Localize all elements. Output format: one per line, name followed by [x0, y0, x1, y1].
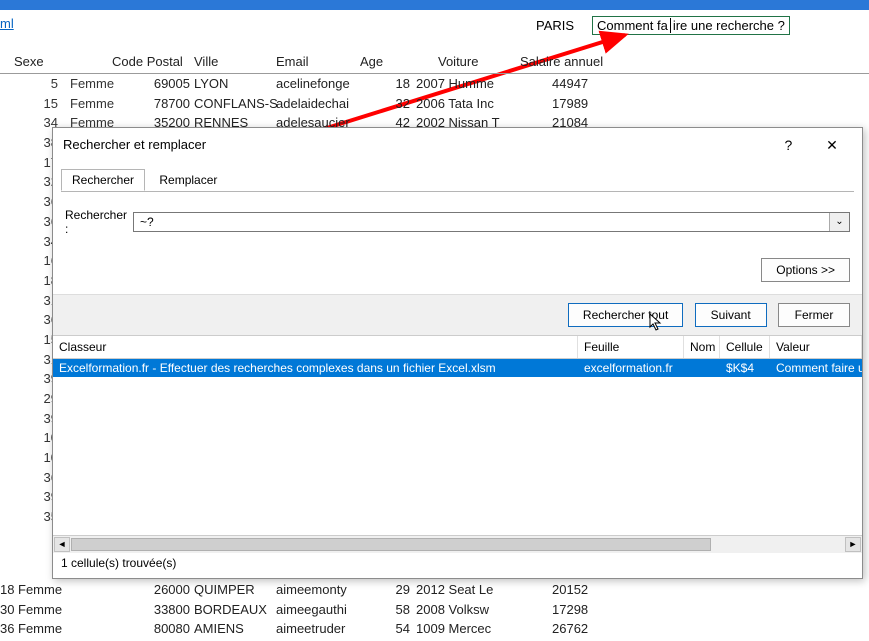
- row-entry: 36 Femm: [0, 194, 60, 214]
- result-value: Comment faire une recherc: [770, 359, 862, 377]
- row-entry: 15 Femme: [0, 96, 60, 116]
- row-strip: 5 Femme15 Femme34 Femme38 Femm17 Femm32 …: [0, 76, 60, 529]
- row-entry: 32 Homm: [0, 174, 60, 194]
- col-salaire: Salaire annuel: [520, 54, 603, 69]
- horizontal-scrollbar[interactable]: ◄ ►: [53, 535, 862, 553]
- find-next-button[interactable]: Suivant: [695, 303, 767, 327]
- row-entry: 10 Homm: [0, 450, 60, 470]
- row-entry: 31 Femm: [0, 293, 60, 313]
- row-entry: 39 Homm: [0, 489, 60, 509]
- find-all-button[interactable]: Rechercher tout: [568, 303, 683, 327]
- result-cell: $K$4: [720, 359, 770, 377]
- row-entry: 36 Femm: [0, 312, 60, 332]
- row-entry: 17 Femm: [0, 155, 60, 175]
- row-entry: 34 Femm: [0, 234, 60, 254]
- row-entry: 39 Femm: [0, 371, 60, 391]
- options-button[interactable]: Options >>: [761, 258, 850, 282]
- result-workbook: Excelformation.fr - Effectuer des recher…: [53, 359, 578, 377]
- result-name: [684, 359, 720, 377]
- row-entry: 5 Femme: [0, 76, 60, 96]
- selected-cell[interactable]: Comment faire une recherche ?: [592, 16, 790, 35]
- find-replace-dialog: Rechercher et remplacer ? ✕ Rechercher R…: [52, 127, 863, 579]
- scroll-right-icon[interactable]: ►: [845, 537, 861, 552]
- close-button[interactable]: Fermer: [778, 303, 850, 327]
- result-sheet: excelformation.fr: [578, 359, 684, 377]
- col-voiture: Voiture: [438, 54, 478, 69]
- col-sheet: Feuille: [578, 336, 684, 358]
- cell-value-paris: PARIS: [536, 18, 574, 33]
- col-name: Nom: [684, 336, 720, 358]
- col-value: Valeur: [770, 336, 862, 358]
- scroll-thumb[interactable]: [71, 538, 711, 551]
- status-bar: 1 cellule(s) trouvée(s): [53, 553, 862, 573]
- column-headers: Sexe Code Postal Ville Email Age Voiture…: [0, 52, 869, 74]
- dialog-title: Rechercher et remplacer: [63, 137, 206, 152]
- col-workbook: Classeur: [53, 336, 578, 358]
- result-row[interactable]: Excelformation.fr - Effectuer des recher…: [53, 359, 862, 377]
- search-label: Rechercher :: [65, 208, 133, 236]
- row-entry: 16 Femm: [0, 253, 60, 273]
- results-header: Classeur Feuille Nom Cellule Valeur: [53, 335, 862, 359]
- search-combobox[interactable]: ⌄: [133, 212, 850, 232]
- col-age: Age: [360, 54, 383, 69]
- scroll-left-icon[interactable]: ◄: [54, 537, 70, 552]
- col-ville: Ville: [194, 54, 218, 69]
- cell-text-left: Comment fa: [597, 18, 671, 33]
- tab-search[interactable]: Rechercher: [61, 169, 145, 191]
- col-email: Email: [276, 54, 309, 69]
- header-link[interactable]: ml: [0, 16, 14, 31]
- row-entry: 38 Femm: [0, 135, 60, 155]
- close-icon[interactable]: ✕: [812, 128, 852, 162]
- row-entry: 18 Femm: [0, 273, 60, 293]
- row-entry: 35 Femm: [0, 509, 60, 529]
- help-button[interactable]: ?: [768, 128, 808, 162]
- col-sexe: Sexe: [14, 54, 44, 69]
- row-entry: 15 Femm: [0, 332, 60, 352]
- col-cell: Cellule: [720, 336, 770, 358]
- search-input[interactable]: [134, 213, 829, 231]
- row-entry: 31 Femm: [0, 352, 60, 372]
- chevron-down-icon[interactable]: ⌄: [829, 213, 849, 231]
- row-entry: 39 Femm: [0, 411, 60, 431]
- row-entry: 34 Femme: [0, 115, 60, 135]
- row-entry: 10 Homm: [0, 430, 60, 450]
- tab-replace[interactable]: Remplacer: [148, 169, 228, 191]
- row-entry: 36 Homm: [0, 470, 60, 490]
- row-entry: 29 Homm: [0, 391, 60, 411]
- row-entry: 36 Femm: [0, 214, 60, 234]
- col-cp: Code Postal: [112, 54, 183, 69]
- cell-text-right: ire une recherche ?: [673, 18, 785, 33]
